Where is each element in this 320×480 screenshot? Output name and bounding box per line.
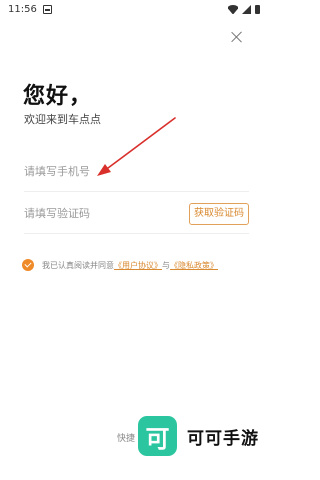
notification-icon: [42, 4, 52, 14]
privacy-policy-link[interactable]: 《隐私政策》: [170, 260, 218, 271]
agreement-checkbox[interactable]: [22, 259, 34, 271]
phone-field: [24, 152, 249, 192]
greeting-title: 您好，: [23, 84, 93, 109]
code-field: 获取验证码: [24, 194, 249, 234]
watermark-name: 可可手游: [187, 428, 259, 449]
close-icon[interactable]: [229, 29, 245, 45]
user-agreement-link[interactable]: 《用户协议》: [114, 260, 162, 271]
battery-icon: [255, 4, 260, 14]
phone-input[interactable]: [24, 165, 174, 178]
welcome-subtitle: 欢迎来到车点点: [24, 113, 101, 126]
agreement-connector: 与: [162, 260, 170, 270]
watermark-logo: 可: [138, 416, 177, 456]
agreement-row: 我已认真阅读并同意 《用户协议》 与 《隐私政策》: [22, 259, 257, 271]
annotation-arrow: [97, 117, 176, 176]
verification-code-input[interactable]: [24, 207, 174, 220]
watermark: 可 可可手游: [138, 416, 259, 456]
quick-login-label[interactable]: 快捷: [117, 431, 135, 444]
status-bar: 11:56: [0, 0, 270, 18]
agreement-prefix: 我已认真阅读并同意: [42, 260, 114, 270]
status-icons: [228, 4, 260, 14]
wifi-icon: [228, 4, 238, 14]
get-code-button[interactable]: 获取验证码: [189, 203, 249, 225]
status-time: 11:56: [8, 3, 37, 15]
cell-signal-icon: [242, 4, 251, 14]
